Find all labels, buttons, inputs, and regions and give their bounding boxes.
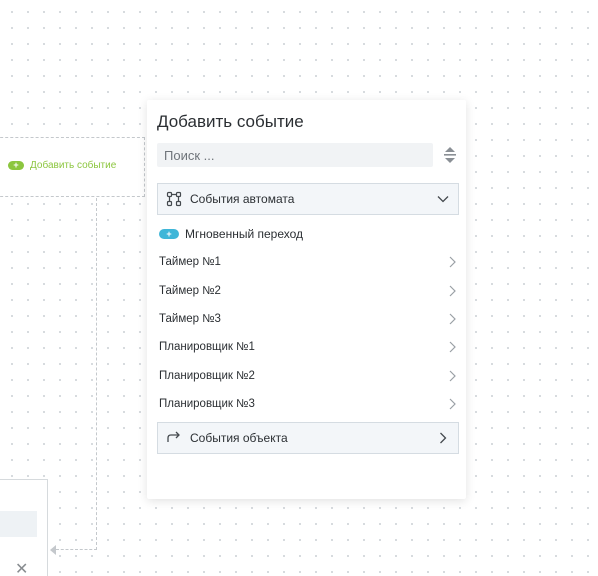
- side-panel-bar: [0, 511, 37, 537]
- event-list: Таймер №1 Таймер №2 Таймер №3 Планировщи…: [159, 248, 457, 418]
- add-badge: +: [8, 161, 24, 170]
- search-box: [157, 143, 433, 167]
- event-item-scheduler-2[interactable]: Планировщик №2: [159, 362, 457, 390]
- event-item-label: Таймер №2: [159, 284, 221, 297]
- close-icon[interactable]: ✕: [15, 562, 28, 576]
- node-add-event-label: Добавить событие: [30, 160, 117, 171]
- event-item-label: Планировщик №1: [159, 341, 255, 354]
- chevron-right-icon: [440, 432, 447, 444]
- event-item-label: Таймер №1: [159, 256, 221, 269]
- chevron-right-icon: [449, 285, 456, 297]
- automaton-events-label: События автомата: [190, 192, 295, 206]
- object-events-label: События объекта: [190, 431, 288, 445]
- connector-line-horizontal: [56, 549, 97, 550]
- event-item-label: Таймер №3: [159, 312, 221, 325]
- state-node-card[interactable]: + Добавить событие: [0, 137, 145, 197]
- event-item-label: Планировщик №3: [159, 398, 255, 411]
- event-item-scheduler-1[interactable]: Планировщик №1: [159, 333, 457, 361]
- state-graph-icon: [166, 191, 182, 207]
- event-item-timer-2[interactable]: Таймер №2: [159, 276, 457, 304]
- chevron-right-icon: [449, 398, 456, 410]
- popup-title: Добавить событие: [157, 112, 304, 131]
- event-item-timer-1[interactable]: Таймер №1: [159, 248, 457, 276]
- connector-arrow-icon: [50, 545, 56, 555]
- redirect-arrow-icon: [167, 431, 180, 442]
- chevron-right-icon: [449, 313, 456, 325]
- chevron-right-icon: [449, 341, 456, 353]
- chevron-right-icon: [449, 370, 456, 382]
- chevron-right-icon: [449, 256, 456, 268]
- node-add-event-link[interactable]: + Добавить событие: [8, 160, 116, 171]
- event-item-timer-3[interactable]: Таймер №3: [159, 305, 457, 333]
- event-item-scheduler-3[interactable]: Планировщик №3: [159, 390, 457, 418]
- search-input[interactable]: [157, 143, 433, 167]
- automaton-events-group[interactable]: События автомата: [157, 183, 459, 215]
- object-events-group[interactable]: События объекта: [157, 422, 459, 454]
- connector-line-vertical: [96, 198, 97, 550]
- add-event-popup: Добавить событие События автомата + Мгно…: [147, 100, 466, 499]
- sort-icon[interactable]: [443, 146, 457, 164]
- instant-transition-label: Мгновенный переход: [185, 227, 304, 241]
- instant-transition-badge: +: [159, 229, 179, 239]
- chevron-down-icon: [437, 196, 449, 203]
- side-panel-fragment: ✕: [0, 479, 48, 576]
- event-item-label: Планировщик №2: [159, 369, 255, 382]
- instant-transition-item[interactable]: + Мгновенный переход: [159, 227, 303, 241]
